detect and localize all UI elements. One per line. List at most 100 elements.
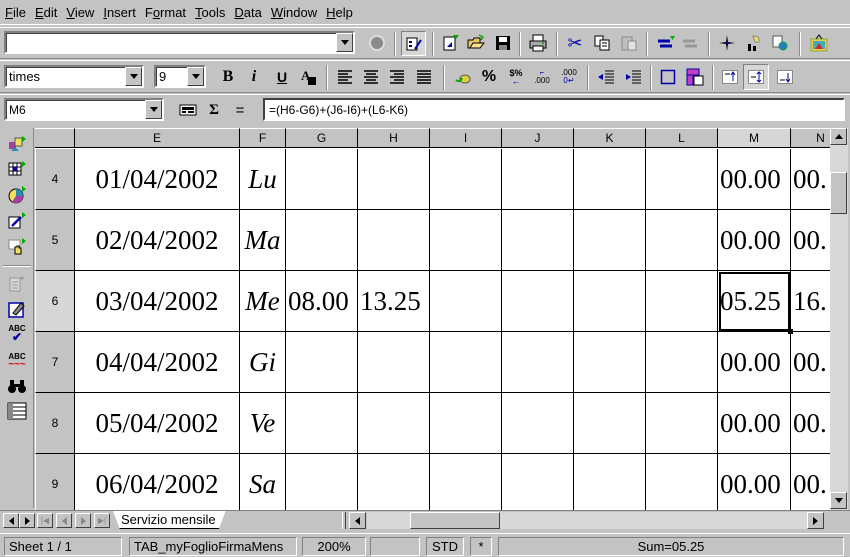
auto-spellcheck-icon[interactable]: ABC ~~~	[6, 350, 28, 372]
column-header-h[interactable]: H	[358, 128, 430, 148]
scroll-left-button[interactable]	[349, 512, 366, 529]
increase-indent-icon[interactable]	[622, 66, 644, 88]
data-sources-icon[interactable]	[769, 32, 791, 54]
last-sheet-button[interactable]: ▶|	[94, 513, 110, 528]
cell-f6[interactable]: Me	[240, 271, 286, 332]
url-combo[interactable]	[4, 31, 355, 54]
cell-m6[interactable]: 05.25	[718, 271, 791, 332]
status-insert-mode[interactable]	[370, 537, 420, 556]
cell-e7[interactable]: 04/04/2002	[75, 332, 240, 393]
cell-i6[interactable]	[430, 271, 502, 332]
select-all-corner[interactable]	[35, 128, 75, 148]
column-header-k[interactable]: K	[574, 128, 646, 148]
font-size-combo[interactable]: 9	[154, 65, 206, 88]
cell-j5[interactable]	[502, 210, 574, 271]
menu-help[interactable]: Help	[325, 5, 359, 20]
cell-e6[interactable]: 03/04/2002	[75, 271, 240, 332]
align-top-icon[interactable]	[719, 66, 741, 88]
stylist-icon[interactable]	[743, 32, 765, 54]
column-header-i[interactable]: I	[430, 128, 502, 148]
font-color-icon[interactable]: A	[298, 66, 320, 88]
cell-e8[interactable]: 05/04/2002	[75, 393, 240, 454]
url-dropdown-button[interactable]	[336, 33, 353, 52]
cell-e9[interactable]: 06/04/2002	[75, 454, 240, 510]
sheet-tab-servizio-mensile[interactable]: Servizio mensile	[113, 511, 226, 529]
cell-m4[interactable]: 00.00	[718, 149, 791, 210]
align-middle-icon[interactable]	[743, 64, 769, 90]
cell-i4[interactable]	[430, 149, 502, 210]
align-bottom-icon[interactable]	[774, 66, 796, 88]
justify-icon[interactable]	[413, 66, 435, 88]
row-header-4[interactable]: 4	[35, 149, 75, 210]
cell-i5[interactable]	[430, 210, 502, 271]
cell-k6[interactable]	[574, 271, 646, 332]
percent-format-icon[interactable]: %	[478, 66, 500, 88]
insert-chart-icon[interactable]	[6, 184, 28, 206]
new-document-icon[interactable]	[440, 32, 462, 54]
cell-k4[interactable]	[574, 149, 646, 210]
cell-k7[interactable]	[574, 332, 646, 393]
edit-file-icon[interactable]	[401, 31, 426, 56]
formula-input[interactable]: =(H6-G6)+(J6-I6)+(L6-K6)	[263, 98, 845, 121]
cell-i8[interactable]	[430, 393, 502, 454]
first-sheet-button[interactable]: |◀	[37, 513, 53, 528]
menu-format[interactable]: Format	[144, 5, 192, 20]
cell-l4[interactable]	[646, 149, 718, 210]
show-draw-functions-icon[interactable]	[6, 273, 28, 295]
cell-h6[interactable]: 13.25	[358, 271, 430, 332]
spreadsheet-grid[interactable]: E F G H I J K L M N 4 01/04/2002 Lu 00.00 00. 5 02/04/20…	[35, 128, 830, 510]
paste-icon[interactable]	[618, 32, 640, 54]
row-header-5[interactable]: 5	[35, 210, 75, 271]
cell-h8[interactable]	[358, 393, 430, 454]
stop-icon[interactable]	[366, 32, 388, 54]
function-autopilot-icon[interactable]	[177, 99, 199, 121]
align-right-icon[interactable]	[386, 66, 408, 88]
currency-format-icon[interactable]	[452, 66, 474, 88]
cell-n4[interactable]: 00.	[791, 149, 830, 210]
gallery-icon[interactable]	[808, 32, 830, 54]
cell-h4[interactable]	[358, 149, 430, 210]
horizontal-scrollbar[interactable]	[367, 512, 807, 529]
menu-insert[interactable]: Insert	[102, 5, 142, 20]
tab-scroll-left-button[interactable]	[3, 513, 19, 528]
column-header-m[interactable]: M	[718, 128, 791, 148]
cell-k8[interactable]	[574, 393, 646, 454]
cell-l7[interactable]	[646, 332, 718, 393]
cell-n5[interactable]: 00.	[791, 210, 830, 271]
insert-object-icon[interactable]	[6, 133, 28, 155]
cut-icon[interactable]: ✂	[564, 32, 586, 54]
menu-edit[interactable]: Edit	[34, 5, 63, 20]
navigator-icon[interactable]	[716, 32, 738, 54]
function-button[interactable]: =	[229, 99, 251, 121]
cell-f8[interactable]: Ve	[240, 393, 286, 454]
undo-icon[interactable]	[655, 32, 677, 54]
cell-f7[interactable]: Gi	[240, 332, 286, 393]
borders-icon[interactable]	[657, 66, 679, 88]
column-header-l[interactable]: L	[646, 128, 718, 148]
cell-m8[interactable]: 00.00	[718, 393, 791, 454]
status-page-style[interactable]: TAB_myFoglioFirmaMens	[129, 537, 297, 556]
scroll-down-button[interactable]	[830, 492, 847, 509]
cell-j8[interactable]	[502, 393, 574, 454]
add-decimal-icon[interactable]: ⌐ .000	[531, 66, 553, 88]
cell-j9[interactable]	[502, 454, 574, 510]
vertical-scrollbar[interactable]	[830, 128, 848, 510]
align-center-icon[interactable]	[360, 66, 382, 88]
tab-splitter[interactable]	[342, 512, 346, 529]
cell-k9[interactable]	[574, 454, 646, 510]
name-box[interactable]: M6	[4, 98, 164, 121]
insert-form-icon[interactable]	[6, 210, 28, 232]
font-size-dropdown-button[interactable]	[187, 67, 204, 86]
insert-cells-icon[interactable]	[6, 158, 28, 180]
standard-format-icon[interactable]: $% ←	[505, 66, 527, 88]
status-selection-mode[interactable]: STD	[426, 537, 464, 556]
delete-decimal-icon[interactable]: .000 0↵	[558, 66, 580, 88]
row-header-6[interactable]: 6	[35, 271, 75, 332]
cell-k5[interactable]	[574, 210, 646, 271]
scroll-right-button[interactable]	[807, 512, 824, 529]
menu-window[interactable]: Window	[270, 5, 323, 20]
font-size-input[interactable]: 9	[159, 69, 166, 84]
name-box-dropdown-button[interactable]	[145, 100, 162, 119]
cell-j4[interactable]	[502, 149, 574, 210]
next-sheet-button[interactable]	[75, 513, 91, 528]
